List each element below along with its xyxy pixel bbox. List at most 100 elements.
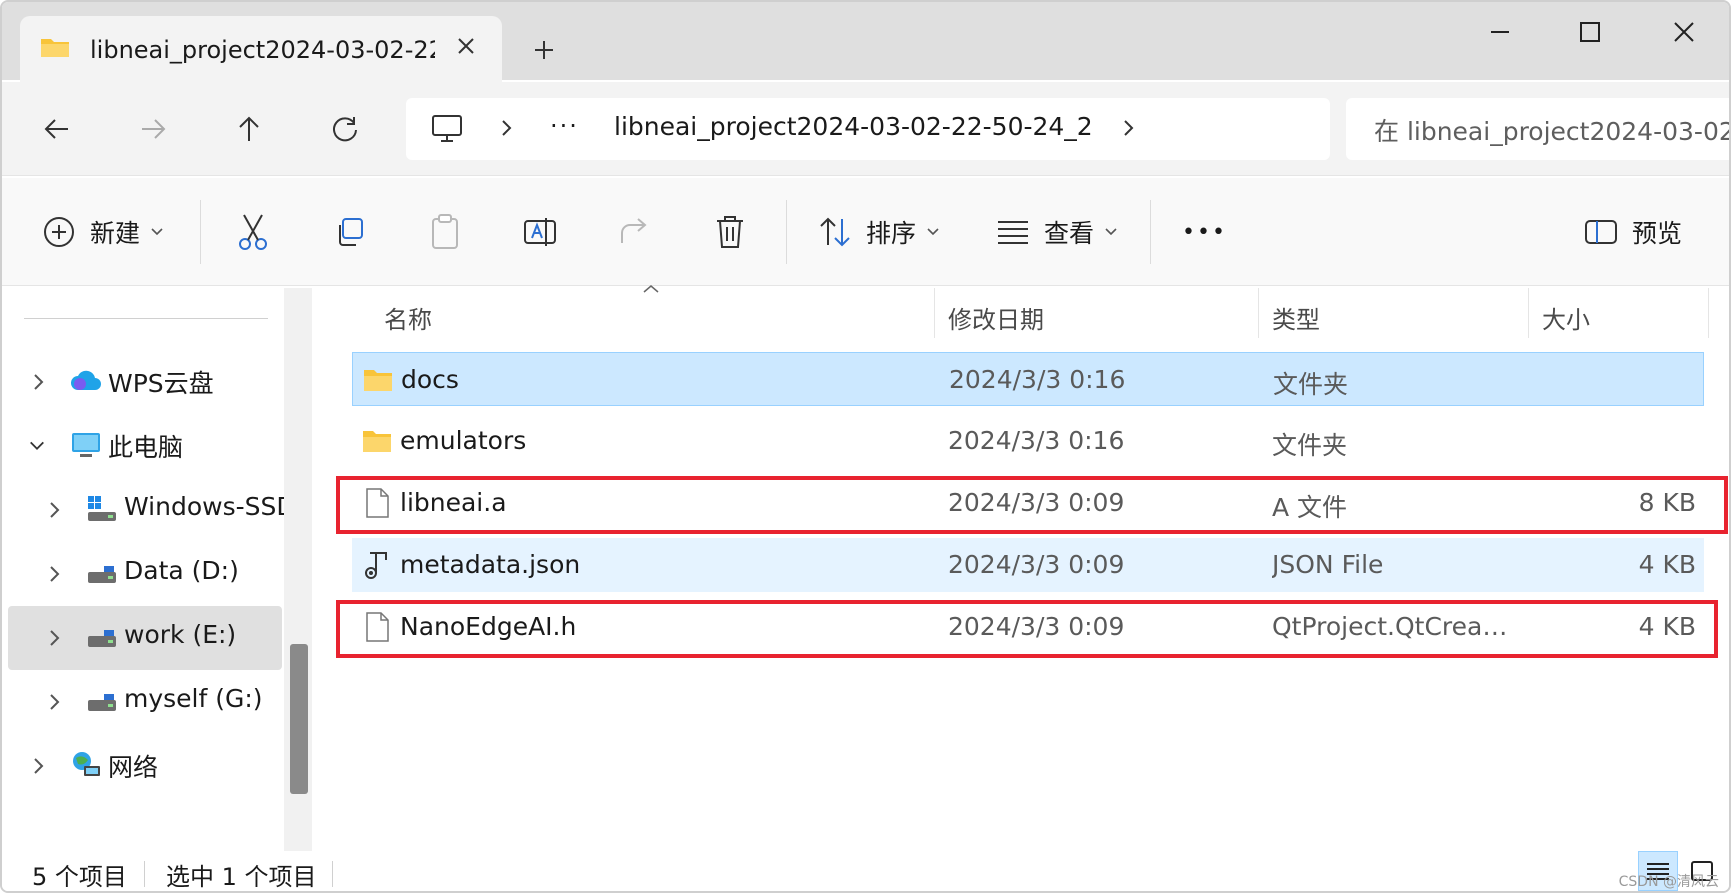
sidebar-item-data-d[interactable]: Data (D:) xyxy=(8,542,282,606)
column-divider[interactable] xyxy=(1258,288,1259,338)
column-divider[interactable] xyxy=(1528,288,1529,338)
column-header-date[interactable]: 修改日期 xyxy=(948,300,1044,335)
share-button[interactable] xyxy=(618,208,652,256)
delete-button[interactable] xyxy=(714,208,746,256)
file-name: emulators xyxy=(400,426,527,455)
close-tab-icon[interactable] xyxy=(450,30,482,62)
new-button[interactable]: 新建 xyxy=(42,208,164,256)
sidebar-item-label: 网络 xyxy=(108,753,159,782)
chevron-right-icon[interactable] xyxy=(46,500,64,520)
rename-button[interactable] xyxy=(522,208,558,256)
computer-icon xyxy=(432,115,462,142)
tab-current[interactable]: libneai_project2024-03-02-22- xyxy=(20,16,502,82)
copy-button[interactable] xyxy=(332,208,366,256)
file-type: 文件夹 xyxy=(1272,431,1348,460)
file-date: 2024/3/3 0:16 xyxy=(949,365,1126,394)
network-icon xyxy=(73,752,100,776)
file-size: 4 KB xyxy=(1638,550,1696,579)
file-row-emulators[interactable]: emulators 2024/3/3 0:16 文件夹 xyxy=(352,414,1704,468)
sidebar-item-label: myself (G:) xyxy=(124,684,263,713)
sidebar-item-myself-g[interactable]: myself (G:) xyxy=(8,670,282,734)
refresh-icon xyxy=(333,117,357,142)
preview-pane-button[interactable]: 预览 xyxy=(1584,208,1682,256)
copy-icon xyxy=(339,218,363,246)
close-window-button[interactable] xyxy=(1654,10,1714,54)
forward-button[interactable] xyxy=(130,106,176,152)
breadcrumb-current[interactable]: libneai_project2024-03-02-22-50-24_2 xyxy=(614,112,1093,141)
breadcrumb-overflow[interactable]: ··· xyxy=(550,112,579,140)
chevron-right-icon[interactable] xyxy=(30,372,48,392)
sort-ascending-icon xyxy=(643,285,659,293)
maximize-icon xyxy=(1580,22,1600,42)
navigation-bar: ··· libneai_project2024-03-02-22-50-24_2… xyxy=(2,82,1729,176)
chevron-right-icon[interactable] xyxy=(496,118,516,138)
file-date: 2024/3/3 0:09 xyxy=(948,550,1125,579)
sidebar-item-work-e[interactable]: work (E:) xyxy=(8,606,282,670)
file-row-metadata-json[interactable]: metadata.json 2024/3/3 0:09 JSON File 4 … xyxy=(352,538,1704,592)
cut-button[interactable] xyxy=(236,208,270,256)
file-explorer-window: libneai_project2024-03-02-22- ··· libnea… xyxy=(0,0,1731,893)
preview-label: 预览 xyxy=(1632,219,1683,248)
divider xyxy=(24,318,268,319)
trash-icon xyxy=(717,216,743,248)
sidebar-item-label: Windows-SSD xyxy=(124,492,296,521)
sidebar-item-label: 此电脑 xyxy=(108,433,184,462)
sidebar-item-label: WPS云盘 xyxy=(108,369,214,398)
annotation-highlight-box xyxy=(336,476,1728,534)
up-button[interactable] xyxy=(226,106,272,152)
minimize-button[interactable] xyxy=(1470,10,1530,54)
view-button[interactable]: 查看 xyxy=(996,208,1118,256)
file-row-docs[interactable]: docs 2024/3/3 0:16 文件夹 xyxy=(352,352,1704,406)
sidebar-item-this-pc[interactable]: 此电脑 xyxy=(8,414,282,478)
computer-icon xyxy=(72,433,100,457)
paste-button[interactable] xyxy=(428,208,462,256)
chevron-right-icon[interactable] xyxy=(46,628,64,648)
back-button[interactable] xyxy=(34,106,80,152)
arrow-up-icon xyxy=(239,116,259,141)
divider xyxy=(1150,200,1151,264)
close-icon xyxy=(1674,22,1694,42)
column-divider[interactable] xyxy=(1708,288,1709,338)
chevron-right-icon[interactable] xyxy=(46,692,64,712)
chevron-right-icon[interactable] xyxy=(46,564,64,584)
json-file-icon xyxy=(365,552,387,579)
chevron-down-icon xyxy=(1105,228,1117,236)
view-label: 查看 xyxy=(1044,219,1095,248)
arrow-right-icon xyxy=(142,119,166,139)
plus-circle-icon xyxy=(44,217,74,247)
chevron-down-icon[interactable] xyxy=(28,436,46,456)
search-box[interactable]: 在 libneai_project2024-03-02 xyxy=(1346,98,1729,160)
refresh-button[interactable] xyxy=(322,106,368,152)
folder-icon xyxy=(41,39,69,57)
address-bar[interactable]: ··· libneai_project2024-03-02-22-50-24_2 xyxy=(406,98,1330,160)
command-bar: 新建 排序 查看 ••• 预览 xyxy=(2,178,1729,286)
sidebar-item-wps-cloud[interactable]: WPS云盘 xyxy=(8,350,282,414)
selection-count: 选中 1 个项目 xyxy=(166,863,317,891)
maximize-button[interactable] xyxy=(1560,10,1620,54)
sidebar-item-windows-ssd[interactable]: Windows-SSD xyxy=(8,478,296,542)
column-divider[interactable] xyxy=(934,288,935,338)
column-header-name[interactable]: 名称 xyxy=(384,300,432,335)
share-icon xyxy=(621,218,647,243)
arrow-left-icon xyxy=(44,119,68,139)
new-tab-icon[interactable] xyxy=(528,34,560,66)
column-header-size[interactable]: 大小 xyxy=(1542,300,1590,335)
chevron-down-icon xyxy=(927,228,939,236)
column-header-type[interactable]: 类型 xyxy=(1272,300,1320,335)
cloud-icon xyxy=(71,370,101,390)
file-date: 2024/3/3 0:16 xyxy=(948,426,1125,455)
sidebar-item-network[interactable]: 网络 xyxy=(8,734,282,798)
chevron-right-icon[interactable] xyxy=(30,756,48,776)
title-bar: libneai_project2024-03-02-22- xyxy=(2,2,1729,82)
chevron-right-icon[interactable] xyxy=(1118,118,1138,138)
file-type: JSON File xyxy=(1272,550,1384,579)
tab-title: libneai_project2024-03-02-22- xyxy=(90,36,435,64)
folder-icon xyxy=(364,370,392,391)
annotation-highlight-box xyxy=(336,600,1718,658)
sort-button[interactable]: 排序 xyxy=(818,208,940,256)
drive-icon xyxy=(88,694,116,711)
more-options-button[interactable]: ••• xyxy=(1182,208,1227,256)
more-icon: ••• xyxy=(1182,219,1227,245)
view-list-icon xyxy=(998,221,1028,244)
sidebar-scrollbar-thumb[interactable] xyxy=(290,644,308,794)
